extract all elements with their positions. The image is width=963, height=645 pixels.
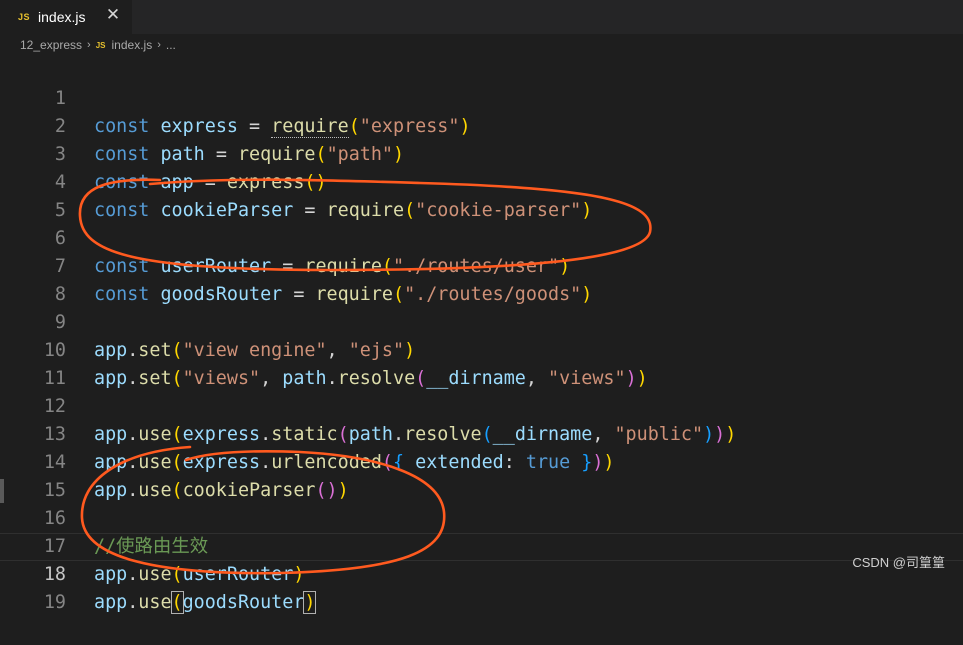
code-editor[interactable]: 1 const express = require("express") 2 c…	[0, 57, 963, 614]
code-line[interactable]: 3 const app = express()	[0, 113, 963, 193]
code-line[interactable]: 14 app.use(cookieParser())	[0, 421, 963, 501]
code-line[interactable]: 4 const cookieParser = require("cookie-p…	[0, 141, 963, 221]
tab-index-js[interactable]: JS index.js ✕	[0, 0, 132, 34]
breadcrumb-file-label: index.js	[111, 38, 153, 52]
breadcrumb-symbols[interactable]: ...	[166, 38, 176, 52]
code-line[interactable]: 12 app.use(express.static(path.resolve(_…	[0, 365, 963, 445]
breadcrumb-folder[interactable]: 12_express	[20, 38, 82, 52]
chevron-right-icon: ›	[87, 39, 91, 51]
tab-bar: JS index.js ✕	[0, 0, 963, 34]
code-line[interactable]: 8	[0, 253, 963, 305]
code-line-current[interactable]: 18 app.use(goodsRouter)	[0, 533, 963, 614]
tab-label: index.js	[38, 9, 86, 25]
chevron-right-icon: ›	[157, 39, 161, 51]
code-line[interactable]: 10 app.set("views", path.resolve(__dirna…	[0, 309, 963, 389]
breadcrumb-file[interactable]: JS index.js	[96, 38, 152, 52]
code-line[interactable]: 15	[0, 449, 963, 501]
code-line[interactable]: 1 const express = require("express")	[0, 57, 963, 138]
javascript-file-icon: JS	[95, 40, 106, 50]
line-number: 19	[43, 592, 66, 613]
code-line[interactable]: 7 const goodsRouter = require("./routes/…	[0, 225, 963, 305]
code-line[interactable]: 5	[0, 169, 963, 221]
code-line[interactable]: 6 const userRouter = require("./routes/u…	[0, 197, 963, 277]
watermark: CSDN @司篁篁	[852, 555, 945, 570]
code-line[interactable]: 13 app.use(express.urlencoded({ extended…	[0, 393, 963, 473]
code-line[interactable]: 2 const path = require("path")	[0, 85, 963, 165]
code-line[interactable]: 19	[0, 561, 963, 613]
code-line[interactable]: 9 app.set("view engine", "ejs")	[0, 281, 963, 361]
javascript-file-icon: JS	[18, 12, 31, 22]
code-line[interactable]: 11	[0, 337, 963, 389]
breadcrumb: 12_express › JS index.js › ...	[0, 34, 963, 56]
close-icon[interactable]: ✕	[104, 4, 122, 26]
code-line[interactable]: 17 app.use(userRouter)	[0, 505, 963, 585]
code-text: app.use(goodsRouter)	[94, 591, 317, 614]
code-line[interactable]: 16 //使路由生效	[0, 477, 963, 557]
